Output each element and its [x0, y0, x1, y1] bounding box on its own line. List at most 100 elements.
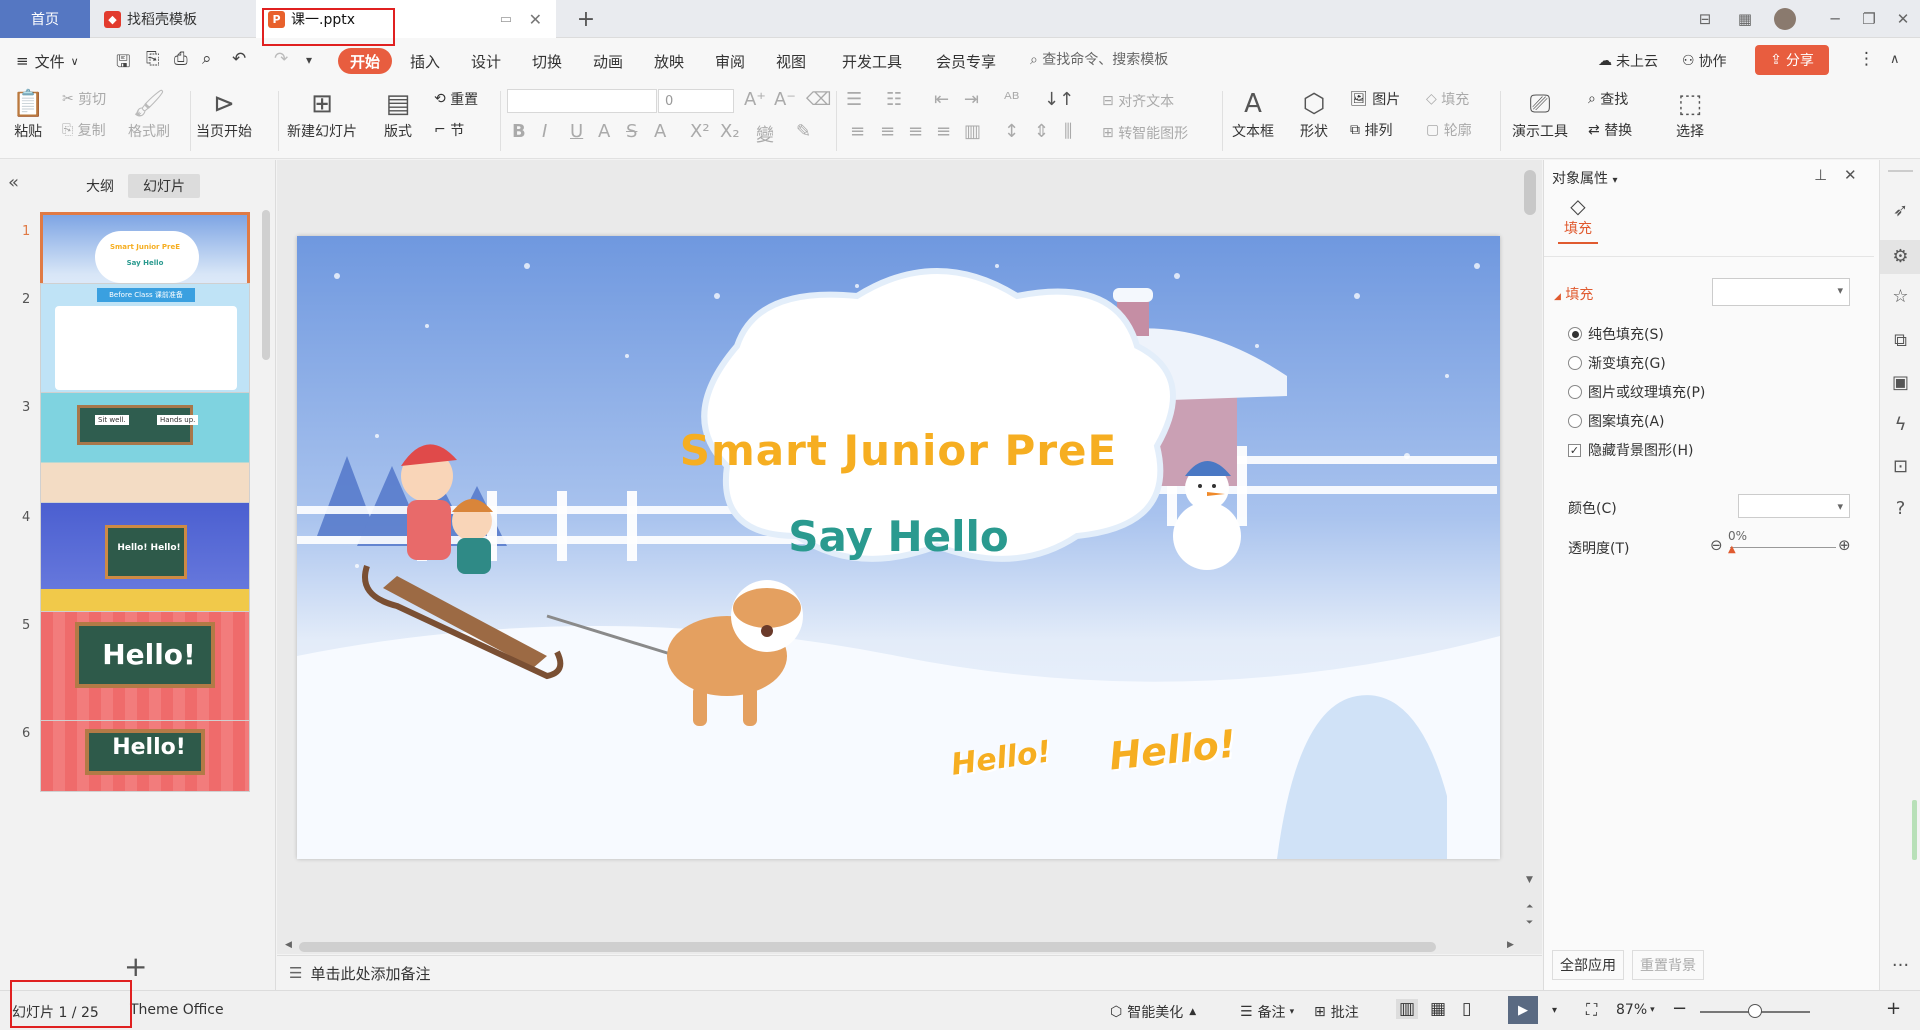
paste-button[interactable]: 📋 粘贴 — [12, 87, 44, 141]
sort-icon[interactable]: ↓↑ — [1044, 89, 1074, 110]
vertical-scrollbar[interactable] — [1524, 170, 1536, 215]
textbox-button[interactable]: A 文本框 — [1232, 87, 1274, 141]
sorter-view-icon[interactable]: ▦ — [1430, 999, 1446, 1019]
print-preview-icon[interactable]: ⌕ — [202, 49, 212, 69]
tab-template[interactable]: ◆ 找稻壳模板 — [92, 0, 250, 38]
prev-slide-icon[interactable]: ⏶ — [1526, 902, 1533, 912]
collapse-ribbon-icon[interactable]: ∧ — [1890, 52, 1900, 67]
arrange-button[interactable]: ⧉ 排列 — [1350, 120, 1392, 140]
slide-thumbnail-5[interactable]: Hello! — [40, 611, 250, 725]
slider-knob-icon[interactable]: ▲ — [1728, 544, 1736, 555]
properties-title[interactable]: 对象属性 ▾ — [1552, 168, 1617, 188]
play-current-button[interactable]: ⊳ 当页开始 — [196, 87, 252, 141]
align-right-icon[interactable]: ≡ — [908, 121, 923, 142]
minimize-icon[interactable]: ─ — [1818, 0, 1852, 38]
collapse-panel-icon[interactable]: « — [8, 172, 19, 193]
undo-icon[interactable]: ↶ — [232, 49, 246, 69]
bold-icon[interactable]: B — [512, 121, 526, 142]
new-tab-button[interactable]: + — [572, 0, 600, 38]
fill-type-select[interactable] — [1712, 278, 1850, 306]
zoom-out-icon[interactable]: − — [1672, 998, 1687, 1019]
slide-thumbnail-6[interactable]: Hello! — [40, 720, 250, 792]
menu-slideshow[interactable]: 放映 — [654, 48, 684, 74]
superscript-icon[interactable]: X² — [690, 121, 710, 142]
menu-transition[interactable]: 切换 — [532, 48, 562, 74]
slide-canvas-area[interactable]: Smart Junior PreE Say Hello Hello! Hello… — [277, 160, 1542, 954]
help-icon[interactable]: ? — [1880, 498, 1920, 519]
menu-member[interactable]: 会员专享 — [936, 48, 996, 74]
slide-thumbnail-2[interactable]: Before Class 课前准备 — [40, 283, 250, 397]
smart-shape-button[interactable]: ⊞ 转智能图形 — [1102, 123, 1188, 143]
distribute-icon[interactable]: ▥ — [964, 121, 981, 142]
zoom-level[interactable]: 87% ▾ — [1616, 1002, 1655, 1018]
font-color-icon[interactable]: A — [654, 121, 666, 142]
panel-scrollbar[interactable] — [262, 210, 270, 360]
pin-icon[interactable]: ▭ — [500, 12, 512, 27]
command-search[interactable]: ⌕ 查找命令、搜索模板 — [1030, 49, 1168, 69]
numbering-icon[interactable]: ☷ — [886, 89, 902, 110]
slide-thumbnail-4[interactable]: Hello! Hello! — [40, 502, 250, 616]
menu-design[interactable]: 设计 — [471, 48, 501, 74]
fill-section-header[interactable]: ◢ 填充 — [1554, 284, 1593, 304]
tab-document[interactable]: P 课一.pptx ▭ ✕ — [256, 0, 556, 38]
side-scrollbar[interactable] — [1912, 800, 1917, 860]
picture-button[interactable]: 🖼 图片 — [1350, 89, 1400, 109]
option-solid-fill[interactable]: 纯色填充(S) — [1568, 324, 1664, 344]
play-slideshow-button[interactable]: ▶ — [1508, 996, 1538, 1024]
underline-icon[interactable]: U — [570, 121, 583, 142]
book-icon[interactable]: ⊡ — [1880, 456, 1920, 477]
menu-review[interactable]: 审阅 — [715, 48, 745, 74]
collab-button[interactable]: ⚇ 协作 — [1682, 48, 1727, 74]
pin-panel-icon[interactable]: ⊥ — [1814, 166, 1827, 184]
share-button[interactable]: ⇪ 分享 — [1755, 45, 1829, 75]
close-window-icon[interactable]: ✕ — [1886, 0, 1920, 38]
plus-icon[interactable]: ⊕ — [1838, 536, 1851, 554]
menu-view[interactable]: 视图 — [776, 48, 806, 74]
font-size-select[interactable]: 0 — [658, 89, 734, 113]
close-panel-icon[interactable]: ✕ — [1844, 166, 1857, 184]
reset-button[interactable]: ⟲ 重置 — [434, 89, 478, 109]
subscript-icon[interactable]: X₂ — [720, 121, 740, 142]
scroll-right-icon[interactable]: ▶ — [1507, 940, 1514, 950]
image-edit-icon[interactable]: ▣ — [1880, 372, 1920, 393]
zoom-in-icon[interactable]: + — [1886, 998, 1901, 1019]
cut-button[interactable]: ✂ 剪切 — [62, 89, 106, 109]
print-icon[interactable]: ⎙ — [174, 49, 188, 69]
fill-button[interactable]: ◇ 填充 — [1426, 89, 1469, 109]
line-spacing-icon[interactable]: ↕ — [1004, 121, 1019, 142]
present-tools-button[interactable]: ⎚ 演示工具 — [1512, 87, 1568, 141]
font-family-select[interactable] — [507, 89, 657, 113]
avatar[interactable] — [1770, 0, 1800, 38]
close-tab-icon[interactable]: ✕ — [529, 10, 542, 29]
more-icon[interactable]: ··· — [1880, 955, 1920, 976]
bullets-icon[interactable]: ☰ — [846, 89, 862, 110]
justify-icon[interactable]: ≡ — [936, 121, 951, 142]
slide-thumbnail-3[interactable]: Sit well. Hands up. — [40, 392, 250, 506]
shape-button[interactable]: ⬡ 形状 — [1300, 87, 1328, 141]
comments-button[interactable]: ⊞ 批注 — [1314, 1002, 1359, 1022]
color-select[interactable] — [1738, 494, 1850, 518]
fill-tab[interactable]: ◇ 填充 — [1558, 194, 1598, 244]
redo-icon[interactable]: ↷ — [274, 49, 288, 69]
transparency-slider[interactable] — [1730, 547, 1836, 548]
layout-button[interactable]: ▤ 版式 — [384, 87, 412, 141]
notes-button[interactable]: ☰ 备注 ▾ — [1240, 1002, 1294, 1022]
theme-name[interactable]: Theme Office — [130, 1002, 224, 1018]
highlight-icon[interactable]: ✎ — [796, 121, 811, 142]
zoom-slider-knob[interactable] — [1748, 1004, 1762, 1018]
apps-grid-icon[interactable]: ▦ — [1728, 0, 1762, 38]
add-slide-button[interactable]: + — [124, 950, 147, 983]
normal-view-icon[interactable]: ▥ — [1396, 999, 1419, 1019]
section-button[interactable]: ⌐ 节 — [434, 120, 464, 140]
horizontal-scrollbar[interactable] — [299, 942, 1436, 952]
reset-background-button[interactable]: 重置背景 — [1632, 950, 1704, 980]
para-spacing-icon[interactable]: ⇕ — [1034, 121, 1049, 142]
copy-button[interactable]: ⎘ 复制 — [62, 120, 106, 140]
scroll-left-icon[interactable]: ◀ — [285, 940, 292, 950]
lightning-icon[interactable]: ϟ — [1880, 414, 1920, 435]
format-painter-button[interactable]: 🖌 格式刷 — [128, 87, 170, 141]
shrink-font-icon[interactable]: A⁻ — [774, 89, 796, 110]
increase-indent-icon[interactable]: ⇥ — [964, 89, 979, 110]
chevron-down-icon[interactable]: ▾ — [1552, 1005, 1557, 1016]
option-picture-fill[interactable]: 图片或纹理填充(P) — [1568, 382, 1705, 402]
